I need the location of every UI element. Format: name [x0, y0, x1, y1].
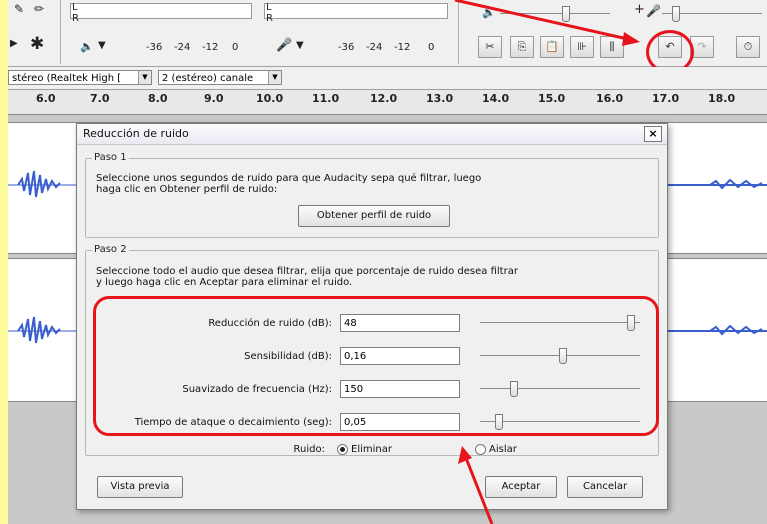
microphone-icon: 🎤: [276, 38, 293, 53]
toolbar-separator: [458, 0, 459, 64]
speaker-icon: 🔈: [482, 6, 496, 19]
chevron-down-icon: ▼: [138, 71, 151, 84]
cancel-button[interactable]: Cancelar: [567, 476, 643, 498]
meter-r-label: R: [266, 13, 273, 24]
draw-tool-icon[interactable]: ✎: [14, 2, 24, 16]
step1-group: Paso 1 Seleccione unos segundos de ruido…: [85, 152, 659, 238]
microphone-icon: 🎤: [646, 4, 661, 18]
waveform: [660, 178, 767, 190]
meter-scale-tick: -36: [338, 42, 355, 53]
meter-scale-tick: -12: [202, 42, 219, 53]
ruler-tick: 11.0: [312, 92, 340, 105]
copy-icon[interactable]: ⎘: [510, 36, 534, 58]
speaker-dropdown-icon[interactable]: ▼: [98, 40, 106, 51]
waveform: [660, 324, 767, 336]
step2-legend: Paso 2: [92, 244, 129, 255]
chevron-down-icon: ▼: [268, 71, 281, 84]
channels-select[interactable]: 2 (estéreo) canale ▼: [158, 70, 282, 85]
play-icon[interactable]: ▶: [10, 38, 18, 49]
paste-icon[interactable]: 📋: [540, 36, 564, 58]
step2-text-line2: y luego haga clic en Aceptar para elimin…: [96, 277, 353, 288]
waveform: [8, 316, 78, 344]
audacity-window: ✎ ✏ L R L R 🔈 + 🎤 ▶ ✱ 🔈 ▼ -36 -24 -12 0 …: [8, 0, 767, 524]
cut-icon[interactable]: ✂: [478, 36, 502, 58]
step2-text-line1: Seleccione todo el audio que desea filtr…: [96, 266, 518, 277]
meter-l-label: L: [72, 2, 78, 13]
mic-dropdown-icon[interactable]: ▼: [296, 40, 304, 51]
parameters-highlight: [93, 296, 659, 436]
remove-noise-label: Eliminar: [351, 444, 392, 455]
toolbar: ✎ ✏ L R L R 🔈 + 🎤 ▶ ✱ 🔈 ▼ -36 -24 -12 0 …: [8, 0, 767, 74]
pencil-icon[interactable]: ✏: [34, 2, 44, 16]
dialog-titlebar[interactable]: Reducción de ruido ×: [77, 124, 667, 145]
playback-volume-slider[interactable]: [500, 6, 610, 22]
speaker-icon: 🔈: [80, 40, 94, 53]
ruler-tick: 15.0: [538, 92, 566, 105]
ruler-tick: 6.0: [36, 92, 56, 105]
isolate-noise-label: Aislar: [489, 444, 517, 455]
noise-label: Ruido:: [293, 444, 325, 455]
accept-button[interactable]: Aceptar: [485, 476, 557, 498]
waveform: [8, 170, 78, 198]
meter-scale-tick: 0: [428, 42, 435, 53]
step1-text-line1: Seleccione unos segundos de ruido para q…: [96, 173, 482, 184]
ruler-tick: 7.0: [90, 92, 110, 105]
output-device-select[interactable]: stéreo (Realtek High [ ▼: [8, 70, 152, 85]
meter-scale-tick: 0: [232, 42, 239, 53]
meter-l-label: L: [266, 2, 272, 13]
meter-scale-tick: -12: [394, 42, 411, 53]
multi-tool-icon[interactable]: ✱: [30, 34, 44, 54]
meter-scale-tick: -24: [174, 42, 191, 53]
ruler-tick: 16.0: [596, 92, 624, 105]
meter-scale-tick: -24: [366, 42, 383, 53]
sync-lock-icon[interactable]: ⏱: [736, 36, 760, 58]
dialog-title: Reducción de ruido: [83, 127, 189, 140]
toolbar-separator: [60, 0, 61, 64]
channels-value: 2 (estéreo) canale: [162, 73, 254, 84]
playback-meter[interactable]: [264, 3, 448, 19]
trim-icon[interactable]: ⊪: [570, 36, 594, 58]
get-noise-profile-button[interactable]: Obtener perfil de ruido: [298, 205, 450, 227]
output-device-value: stéreo (Realtek High [: [12, 73, 122, 84]
silence-icon[interactable]: ⫼: [600, 36, 624, 58]
plus-label: +: [634, 2, 645, 17]
ruler-tick: 17.0: [652, 92, 680, 105]
meter-r-label: R: [72, 13, 79, 24]
ruler-tick: 14.0: [482, 92, 510, 105]
isolate-noise-radio[interactable]: [475, 444, 486, 455]
ruler-tick: 18.0: [708, 92, 736, 105]
recording-meter[interactable]: [70, 3, 252, 19]
ruler-tick: 12.0: [370, 92, 398, 105]
remove-noise-radio[interactable]: [337, 444, 348, 455]
meter-scale-tick: -36: [146, 42, 163, 53]
ruler-tick: 8.0: [148, 92, 168, 105]
record-volume-slider[interactable]: [662, 6, 762, 22]
step1-legend: Paso 1: [92, 152, 129, 163]
ruler-tick: 10.0: [256, 92, 284, 105]
close-button[interactable]: ×: [644, 126, 662, 142]
ruler-tick: 9.0: [204, 92, 224, 105]
device-toolbar: stéreo (Realtek High [ ▼ 2 (estéreo) can…: [8, 67, 767, 90]
preview-button[interactable]: Vista previa: [97, 476, 183, 498]
noise-reduction-dialog: Reducción de ruido × Paso 1 Seleccione u…: [76, 123, 668, 510]
step1-text-line2: haga clic en Obtener perfil de ruido:: [96, 184, 278, 195]
ruler-tick: 13.0: [426, 92, 454, 105]
timeline-ruler[interactable]: 6.0 7.0 8.0 9.0 10.0 11.0 12.0 13.0 14.0…: [8, 90, 767, 115]
